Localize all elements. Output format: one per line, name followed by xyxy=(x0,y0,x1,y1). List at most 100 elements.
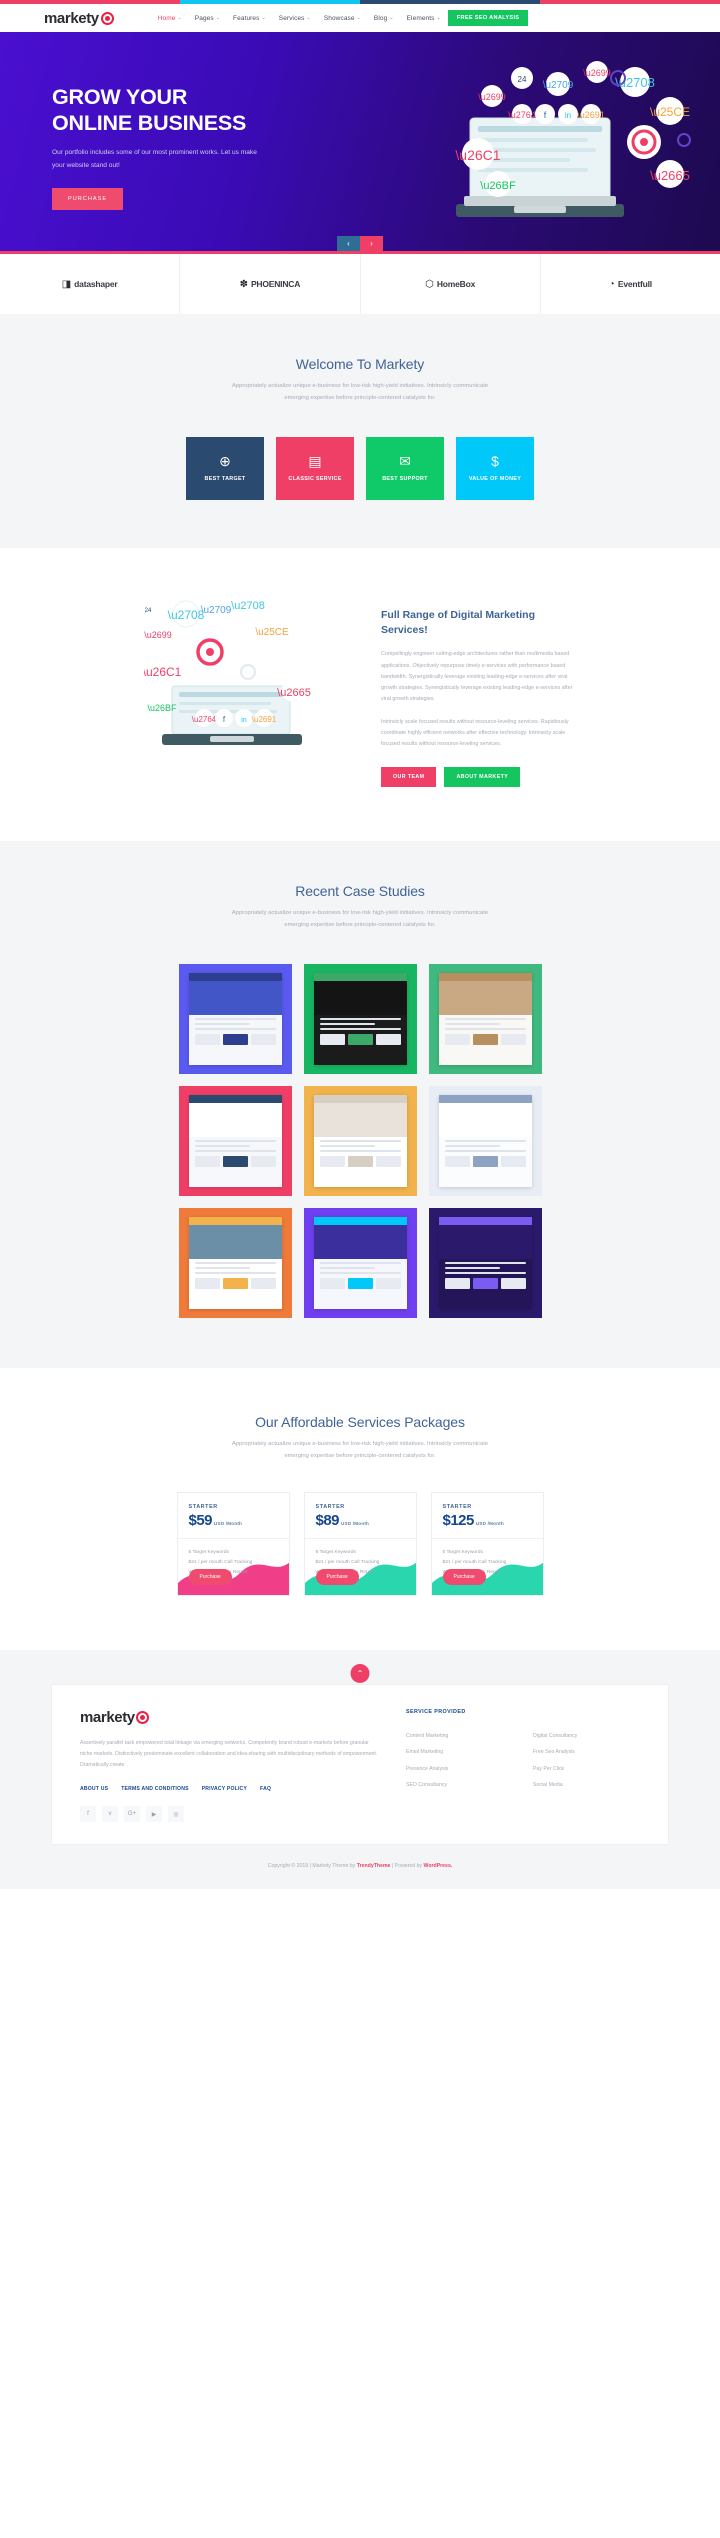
nav-item-pages[interactable]: Pages ⌄ xyxy=(195,15,220,22)
pricing-card-header: STARTER $59 USD /Month xyxy=(177,1493,289,1540)
nav-item-label: Pages xyxy=(194,14,214,22)
client-mark-icon: ◔ xyxy=(608,278,615,290)
footer-link-about-us[interactable]: ABOUT US xyxy=(80,1786,108,1792)
google-plus-icon[interactable]: G+ xyxy=(124,1806,140,1823)
thumbnail-blocks xyxy=(194,1033,276,1045)
thumbnail-text-line xyxy=(194,1271,276,1274)
feature-box-best-support[interactable]: ✉ BEST SUPPORT xyxy=(366,436,444,500)
thumbnail-text-line xyxy=(319,1266,376,1269)
slider-prev-icon[interactable]: ‹ xyxy=(337,236,360,251)
free-seo-analysis-button[interactable]: FREE SEO ANALYSIS xyxy=(447,10,529,26)
svg-text:\u2699: \u2699 xyxy=(144,630,172,640)
pricing-plan-price: $125 USD /Month xyxy=(443,1512,532,1529)
footer-link-faq[interactable]: FAQ xyxy=(260,1786,271,1792)
case-study-card[interactable] xyxy=(303,963,417,1074)
case-study-card[interactable] xyxy=(428,963,542,1074)
svg-text:\u2708: \u2708 xyxy=(615,75,655,90)
feature-box-label: BEST SUPPORT xyxy=(382,476,428,483)
pricing-purchase-button[interactable]: Purchase xyxy=(315,1569,359,1586)
case-study-card[interactable] xyxy=(428,1207,542,1318)
about-markety-button[interactable]: ABOUT MARKETY xyxy=(444,767,521,788)
nav-item-home[interactable]: Home ⌄ xyxy=(158,15,182,22)
thumbnail-text-line xyxy=(194,1149,276,1152)
main-navigation: Home ⌄ Pages ⌄ Features ⌄ Services ⌄ Showcase ⌄ Bl… xyxy=(158,15,441,22)
svg-text:in: in xyxy=(241,717,247,724)
nav-item-features[interactable]: Features ⌄ xyxy=(233,15,266,22)
footer-logo[interactable]: markety xyxy=(80,1709,380,1726)
facebook-icon[interactable]: f xyxy=(80,1806,96,1823)
footer-service-item[interactable]: Content Marketing xyxy=(406,1728,513,1744)
thumbnail-text-line xyxy=(194,1144,251,1147)
feature-box-classic-service[interactable]: ▤ CLASSIC SERVICE xyxy=(276,436,354,500)
feature-box-icon: ⊕ xyxy=(219,453,231,470)
footer-service-item[interactable]: Free Seo Analysis xyxy=(533,1744,640,1760)
nav-item-elements[interactable]: Elements ⌄ xyxy=(407,15,441,22)
case-study-card[interactable] xyxy=(428,1085,542,1196)
accent-segment-2 xyxy=(180,0,360,4)
footer-service-item[interactable]: SEO Consultancy xyxy=(406,1777,513,1793)
footer-service-item[interactable]: Pay Per Click xyxy=(533,1761,640,1777)
feature-box-best-target[interactable]: ⊕ BEST TARGET xyxy=(186,436,264,500)
pricing-purchase-button[interactable]: Purchase xyxy=(188,1569,232,1586)
footer-service-item[interactable]: Presence Analysis xyxy=(406,1761,513,1777)
footer-service-item[interactable]: Digital Consultancy xyxy=(533,1728,640,1744)
site-logo[interactable]: markety xyxy=(44,10,114,27)
dribbble-icon[interactable]: ◎ xyxy=(168,1806,184,1823)
case-study-thumbnail xyxy=(188,1094,282,1187)
case-study-card[interactable] xyxy=(303,1085,417,1196)
footer-service-item[interactable]: Email Marketing xyxy=(406,1744,513,1760)
thumbnail-text-line xyxy=(194,1022,251,1025)
pricing-card-header: STARTER $89 USD /Month xyxy=(304,1493,416,1540)
thumbnail-text-line xyxy=(444,1149,526,1152)
slider-next-icon[interactable]: › xyxy=(360,236,383,251)
thumbnail-text-line xyxy=(194,1017,276,1020)
copyright-brand-trendytheme[interactable]: TrendyTheme xyxy=(357,1863,391,1869)
youtube-icon[interactable]: ▶ xyxy=(146,1806,162,1823)
services-illustration-svg: \u2764 f in \u2691 \u2708 \u2699 24 \u27… xyxy=(140,591,311,745)
client-logo-homebox[interactable]: ⬡ HomeBox xyxy=(361,254,541,314)
thumbnail-block xyxy=(347,1155,373,1167)
nav-item-blog[interactable]: Blog ⌄ xyxy=(374,15,394,22)
case-study-card[interactable] xyxy=(178,1207,292,1318)
thumbnail-hero xyxy=(438,1224,532,1259)
pricing-plan-name: STARTER xyxy=(188,1504,218,1511)
case-study-card[interactable] xyxy=(303,1207,417,1318)
thumbnail-block xyxy=(472,1155,498,1167)
client-logo-phoeninca[interactable]: ✽ PHOENINCA xyxy=(180,254,361,314)
pricing-plan-amount: $59 xyxy=(188,1512,213,1530)
footer-link-privacy-policy[interactable]: PRIVACY POLICY xyxy=(202,1786,247,1792)
scroll-to-top-icon[interactable]: ⌃ xyxy=(350,1664,370,1684)
welcome-subtitle-line-2: emerging expertise before principle-cent… xyxy=(284,394,436,401)
thumbnail-block xyxy=(444,1155,470,1167)
thumbnail-blocks xyxy=(194,1155,276,1167)
twitter-icon[interactable]: ᴠ xyxy=(102,1806,118,1823)
hero-purchase-button[interactable]: PURCHASE xyxy=(52,187,124,210)
feature-box-value-of-money[interactable]: $ VALUE OF MONEY xyxy=(456,436,534,500)
client-logo-eventfull[interactable]: ◔ Eventfull xyxy=(541,254,720,314)
footer-link-terms-and-conditions[interactable]: TERMS AND CONDITIONS xyxy=(121,1786,188,1792)
client-logo-datashaper[interactable]: ◨ datashaper xyxy=(0,254,181,314)
thumbnail-hero xyxy=(188,1102,282,1137)
copyright-brand-wordpress[interactable]: WordPress. xyxy=(424,1863,453,1869)
thumbnail-text-line xyxy=(444,1017,526,1020)
feature-box-icon: ▤ xyxy=(308,453,322,470)
our-team-button[interactable]: OUR TEAM xyxy=(381,767,437,788)
hero-slider-controls: ‹ › xyxy=(337,236,383,251)
case-study-card[interactable] xyxy=(178,963,292,1074)
case-study-card[interactable] xyxy=(178,1085,292,1196)
thumbnail-block xyxy=(375,1033,401,1045)
thumbnail-topbar xyxy=(313,1094,407,1103)
thumbnail-text-line xyxy=(194,1139,276,1142)
pricing-subtitle-line-1: Appropriately actualize unique e-busines… xyxy=(231,1440,489,1447)
chevron-down-icon: ⌄ xyxy=(177,15,182,21)
svg-text:\u26BF: \u26BF xyxy=(147,703,177,713)
case-study-thumbnail xyxy=(188,1216,282,1309)
thumbnail-text-line xyxy=(444,1139,526,1142)
pricing-purchase-button[interactable]: Purchase xyxy=(442,1569,486,1586)
thumbnail-hero xyxy=(438,1102,532,1137)
thumbnail-block xyxy=(222,1033,248,1045)
footer-service-item[interactable]: Social Media xyxy=(533,1777,640,1793)
services-body: Compellingly engineer cutting-edge archi… xyxy=(381,649,576,704)
nav-item-services[interactable]: Services ⌄ xyxy=(279,15,311,22)
nav-item-showcase[interactable]: Showcase ⌄ xyxy=(324,15,361,22)
